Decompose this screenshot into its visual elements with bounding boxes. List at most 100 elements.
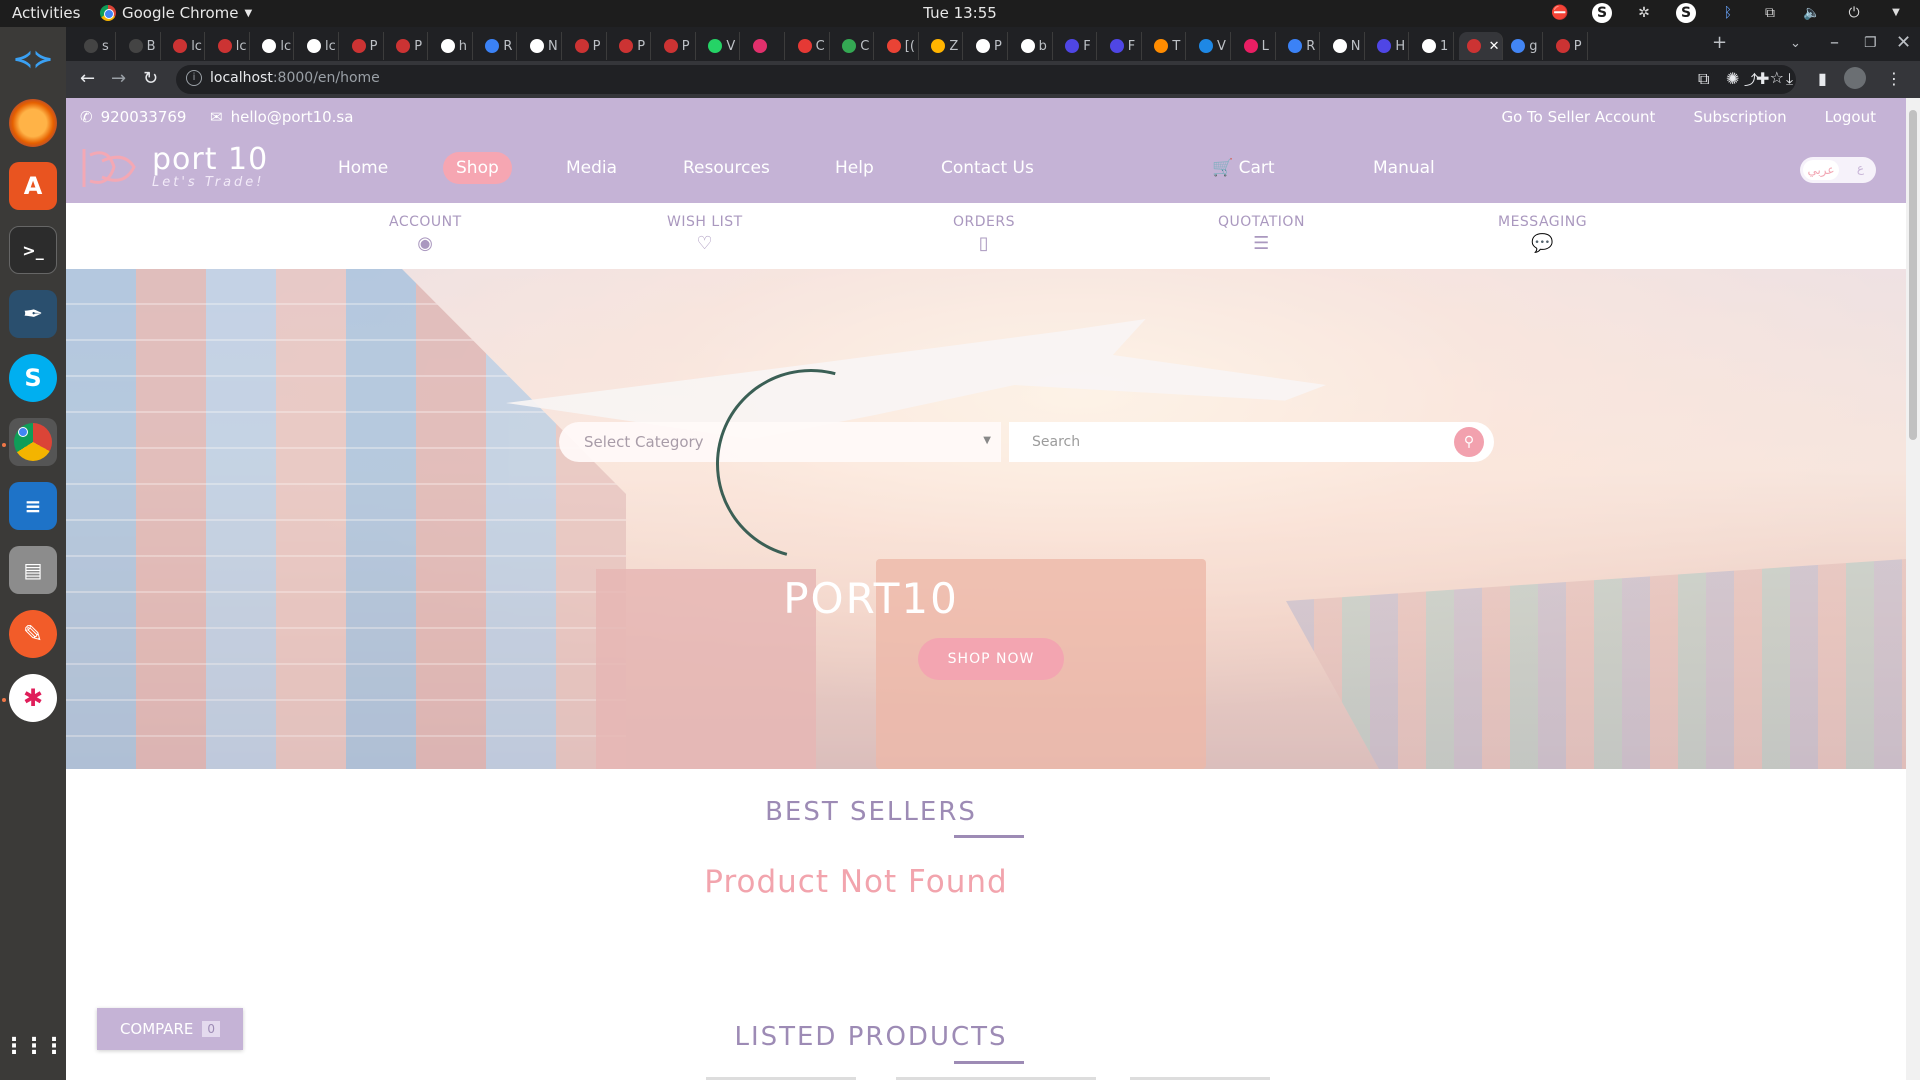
browser-tab[interactable]: P bbox=[344, 32, 384, 60]
reload-icon[interactable]: ↻ bbox=[143, 68, 158, 89]
subnav-orders[interactable]: ORDERS ▯ bbox=[953, 214, 1015, 254]
browser-tab[interactable]: F bbox=[1102, 32, 1142, 60]
site-info-icon[interactable]: i bbox=[186, 70, 202, 86]
browser-tab[interactable]: V bbox=[1191, 32, 1231, 60]
app-menu[interactable]: Google Chrome ▼ bbox=[100, 4, 252, 22]
close-tab-icon[interactable]: ✕ bbox=[1489, 39, 1500, 54]
compare-button[interactable]: COMPARE 0 bbox=[97, 1008, 243, 1050]
close-window-button[interactable]: ✕ bbox=[1896, 32, 1911, 53]
browser-tab[interactable]: P bbox=[567, 32, 607, 60]
browser-tab[interactable]: C bbox=[790, 32, 830, 60]
extension-icon-2[interactable]: ✺ bbox=[1726, 69, 1739, 88]
tab-active[interactable]: ✕ bbox=[1458, 32, 1503, 60]
subnav-wishlist[interactable]: WISH LIST ♡ bbox=[667, 214, 743, 254]
logout-link[interactable]: Logout bbox=[1825, 108, 1876, 126]
browser-tab[interactable]: g bbox=[1503, 32, 1544, 60]
new-tab-button[interactable]: + bbox=[1712, 32, 1727, 53]
browser-tab[interactable]: s bbox=[76, 32, 116, 60]
search-button[interactable]: ⚲ bbox=[1454, 427, 1484, 457]
do-not-disturb-icon[interactable]: ⛔ bbox=[1550, 3, 1570, 23]
page-scrollbar[interactable] bbox=[1906, 98, 1920, 1080]
search-input[interactable] bbox=[1009, 422, 1494, 462]
bookmark-star-icon[interactable]: ☆ bbox=[1770, 68, 1784, 87]
back-icon[interactable]: ← bbox=[80, 68, 95, 89]
address-bar[interactable]: i localhost:8000/en/home ⤴ ☆ bbox=[176, 65, 1796, 94]
skype-icon[interactable]: S bbox=[9, 354, 57, 402]
browser-tab[interactable]: F bbox=[1057, 32, 1098, 60]
logo[interactable]: port 10 Let's Trade! bbox=[80, 145, 268, 190]
email-link[interactable]: ✉ hello@port10.sa bbox=[210, 108, 353, 126]
side-panel-icon[interactable]: ▮ bbox=[1818, 69, 1827, 88]
network-icon[interactable]: ⧉ bbox=[1760, 3, 1780, 23]
firefox-icon[interactable] bbox=[9, 99, 57, 147]
subscription-link[interactable]: Subscription bbox=[1693, 108, 1786, 126]
nav-home[interactable]: Home bbox=[338, 158, 388, 178]
nav-cart[interactable]: 🛒 Cart bbox=[1212, 158, 1275, 178]
skype-tray-icon-2[interactable]: S bbox=[1676, 3, 1696, 23]
nav-manual[interactable]: Manual bbox=[1373, 158, 1435, 178]
forward-icon[interactable]: → bbox=[111, 68, 126, 89]
browser-tab[interactable]: T bbox=[1146, 32, 1187, 60]
browser-tab[interactable]: P bbox=[1548, 32, 1588, 60]
show-apps-icon[interactable]: ⋮⋮⋮ bbox=[3, 1022, 65, 1070]
browser-tab[interactable]: lc bbox=[165, 32, 206, 60]
browser-tab[interactable]: N bbox=[1325, 32, 1365, 60]
volume-icon[interactable]: 🔈 bbox=[1802, 3, 1822, 23]
nav-shop[interactable]: Shop bbox=[443, 152, 512, 184]
software-center-icon[interactable]: A bbox=[9, 162, 57, 210]
menu-icon[interactable]: ⋮ bbox=[1886, 69, 1902, 88]
browser-tab[interactable]: C bbox=[834, 32, 875, 60]
slack-tray-icon[interactable]: ✲ bbox=[1634, 3, 1654, 23]
download-icon[interactable]: ⤓ bbox=[1786, 69, 1793, 89]
browser-tab[interactable]: lc bbox=[254, 32, 295, 60]
browser-tab[interactable]: B bbox=[121, 32, 161, 60]
browser-tab[interactable]: b bbox=[1013, 32, 1053, 60]
inkscape-icon[interactable]: ✎ bbox=[9, 610, 57, 658]
nav-resources[interactable]: Resources bbox=[683, 158, 770, 178]
vscode-icon[interactable]: ≺≻ bbox=[9, 35, 57, 83]
shop-now-button[interactable]: SHOP NOW bbox=[918, 638, 1064, 680]
skype-tray-icon[interactable]: S bbox=[1592, 3, 1612, 23]
power-icon[interactable]: ⏻ bbox=[1844, 3, 1864, 23]
avatar[interactable] bbox=[1844, 67, 1866, 89]
browser-tab[interactable]: N bbox=[522, 32, 562, 60]
chevron-down-icon[interactable]: ▼ bbox=[1886, 3, 1906, 23]
slack-icon[interactable]: ✱ bbox=[9, 674, 57, 722]
nav-help[interactable]: Help bbox=[835, 158, 874, 178]
subnav-quotation[interactable]: QUOTATION ☰ bbox=[1218, 214, 1305, 254]
browser-tab[interactable]: H bbox=[1369, 32, 1410, 60]
browser-tab[interactable]: Z bbox=[923, 32, 964, 60]
scrollbar-thumb[interactable] bbox=[1909, 110, 1917, 440]
nav-contact[interactable]: Contact Us bbox=[941, 158, 1034, 178]
maximize-button[interactable]: ❐ bbox=[1864, 35, 1877, 51]
files-icon[interactable]: ▤ bbox=[9, 546, 57, 594]
extension-icon[interactable]: ⧉ bbox=[1698, 69, 1709, 89]
subnav-account[interactable]: ACCOUNT ◉ bbox=[389, 214, 462, 254]
puzzle-icon[interactable]: ✚ bbox=[1756, 69, 1769, 88]
system-tray[interactable]: ⛔ S ✲ S ᛒ ⧉ 🔈 ⏻ ▼ bbox=[1550, 3, 1906, 23]
browser-tab[interactable]: V bbox=[700, 32, 741, 60]
bluetooth-icon[interactable]: ᛒ bbox=[1718, 3, 1738, 23]
browser-tab[interactable]: P bbox=[388, 32, 429, 60]
browser-tab[interactable]: h bbox=[433, 32, 473, 60]
mysql-workbench-icon[interactable]: ✒ bbox=[9, 290, 57, 338]
chrome-icon[interactable] bbox=[9, 418, 57, 466]
browser-tab[interactable]: 1 bbox=[1414, 32, 1454, 60]
seller-account-link[interactable]: Go To Seller Account bbox=[1501, 108, 1655, 126]
phone-link[interactable]: ✆ 920033769 bbox=[80, 108, 186, 126]
tab-search-icon[interactable]: ⌄ bbox=[1790, 36, 1801, 51]
terminal-icon[interactable]: >_ bbox=[9, 226, 57, 274]
browser-tab[interactable]: L bbox=[1236, 32, 1276, 60]
language-toggle[interactable]: عربي ع bbox=[1800, 157, 1876, 183]
subnav-messaging[interactable]: MESSAGING 💬 bbox=[1498, 214, 1587, 254]
writer-icon[interactable]: ≡ bbox=[9, 482, 57, 530]
url-text[interactable]: localhost:8000/en/home bbox=[210, 70, 380, 86]
browser-tab[interactable]: lc bbox=[299, 32, 339, 60]
browser-tab[interactable]: P bbox=[611, 32, 652, 60]
browser-tab[interactable]: P bbox=[968, 32, 1008, 60]
minimize-button[interactable]: – bbox=[1830, 32, 1839, 53]
browser-tab[interactable]: [( bbox=[879, 32, 919, 60]
browser-tab[interactable] bbox=[745, 32, 785, 60]
browser-tab[interactable]: P bbox=[656, 32, 696, 60]
browser-tab[interactable]: R bbox=[477, 32, 518, 60]
